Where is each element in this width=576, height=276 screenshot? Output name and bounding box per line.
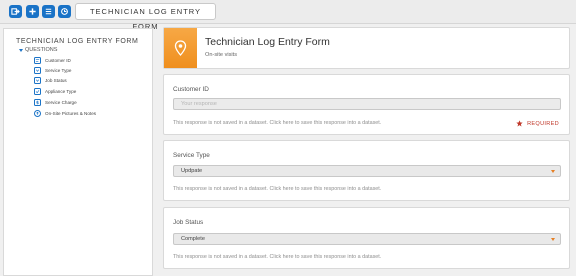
questions-section-toggle[interactable]: QUESTIONS bbox=[19, 47, 57, 53]
currency-icon bbox=[34, 98, 41, 106]
sidebar-item-label: Job Status bbox=[45, 77, 67, 83]
add-button[interactable] bbox=[26, 5, 39, 18]
select-value: Updpate bbox=[181, 168, 203, 174]
sidebar-item-label: Service Type bbox=[45, 67, 72, 73]
dropdown-icon bbox=[34, 76, 41, 84]
questions-section-label: QUESTIONS bbox=[25, 47, 58, 53]
required-label: REQUIRED bbox=[527, 120, 559, 127]
form-title: Technician Log Entry Form bbox=[205, 36, 330, 48]
upload-icon bbox=[34, 109, 41, 117]
text-field-icon bbox=[34, 56, 41, 64]
sidebar-item-service-charge[interactable]: Service Charge bbox=[34, 98, 77, 106]
job-status-select[interactable]: Complete bbox=[173, 233, 561, 245]
sidebar: TECHNICIAN LOG ENTRY FORM QUESTIONS Cust… bbox=[3, 28, 153, 276]
chevron-down-icon bbox=[19, 48, 23, 52]
sidebar-item-onsite-pictures-notes[interactable]: On-Site Pictures & Notes bbox=[34, 109, 96, 117]
location-pin-icon bbox=[174, 40, 187, 56]
question-card-customer-id: Customer ID Your response This response … bbox=[163, 74, 570, 135]
dataset-save-link[interactable]: This response is not saved in a dataset.… bbox=[173, 186, 381, 192]
share-icon bbox=[61, 8, 68, 15]
customer-id-input[interactable]: Your response bbox=[173, 98, 561, 110]
sidebar-item-label: On-Site Pictures & Notes bbox=[45, 110, 97, 116]
question-label: Customer ID bbox=[173, 86, 209, 93]
sidebar-item-label: Service Charge bbox=[45, 99, 77, 105]
service-type-select[interactable]: Updpate bbox=[173, 165, 561, 177]
sidebar-item-job-status[interactable]: Job Status bbox=[34, 76, 67, 84]
dropdown-icon bbox=[34, 66, 41, 74]
question-label: Job Status bbox=[173, 219, 204, 226]
form-subtitle: On-site visits bbox=[205, 52, 238, 58]
form-header-card: Technician Log Entry Form On-site visits bbox=[163, 27, 570, 69]
list-icon bbox=[45, 8, 52, 15]
question-label: Service Type bbox=[173, 152, 210, 159]
chevron-down-icon bbox=[551, 170, 555, 173]
select-value: Complete bbox=[181, 236, 205, 242]
checkbox-icon bbox=[34, 87, 41, 95]
question-card-service-type: Service Type Updpate This response is no… bbox=[163, 140, 570, 201]
chevron-down-icon bbox=[551, 238, 555, 241]
form-title-tab[interactable]: TECHNICIAN LOG ENTRY FORM bbox=[75, 3, 216, 31]
toolbar: TECHNICIAN LOG ENTRY FORM bbox=[0, 0, 576, 31]
question-card-job-status: Job Status Complete This response is not… bbox=[163, 207, 570, 269]
sidebar-item-appliance-type[interactable]: Appliance Type bbox=[34, 87, 76, 95]
share-button[interactable] bbox=[58, 5, 71, 18]
exit-icon bbox=[11, 8, 20, 15]
list-button[interactable] bbox=[42, 5, 55, 18]
form-icon-tile bbox=[164, 28, 197, 68]
sidebar-title: TECHNICIAN LOG ENTRY FORM bbox=[16, 38, 139, 45]
sidebar-item-service-type[interactable]: Service Type bbox=[34, 66, 71, 74]
add-icon bbox=[29, 8, 36, 15]
dataset-save-link[interactable]: This response is not saved in a dataset.… bbox=[173, 254, 381, 260]
exit-button[interactable] bbox=[9, 5, 22, 18]
required-badge: REQUIRED bbox=[516, 120, 559, 127]
dataset-save-link[interactable]: This response is not saved in a dataset.… bbox=[173, 120, 381, 126]
sidebar-item-label: Appliance Type bbox=[45, 88, 77, 94]
sidebar-item-customer-id[interactable]: Customer ID bbox=[34, 56, 71, 64]
sidebar-item-label: Customer ID bbox=[45, 57, 71, 63]
star-icon bbox=[516, 120, 523, 127]
